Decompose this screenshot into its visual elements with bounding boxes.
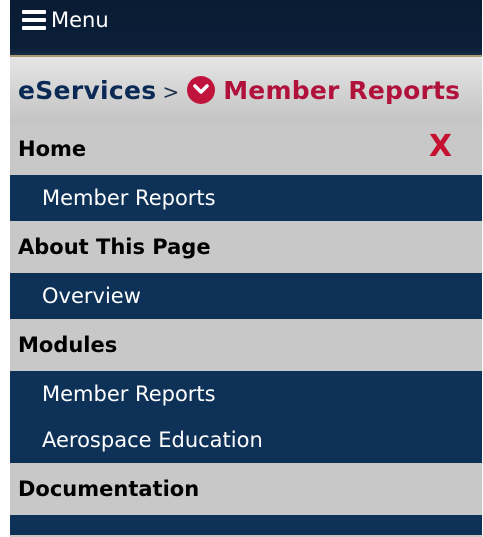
nav-item-member-reports[interactable]: Member Reports <box>10 175 482 221</box>
hamburger-icon <box>22 10 46 30</box>
nav-item-overview[interactable]: Overview <box>10 273 482 319</box>
breadcrumb-current: Member Reports <box>223 75 461 105</box>
nav-group-modules: Member Reports Aerospace Education <box>10 371 482 463</box>
section-title: Home <box>18 137 87 161</box>
app-frame: Menu eServices > Member Reports Home X M… <box>10 0 482 537</box>
section-title: About This Page <box>18 235 211 259</box>
section-title: Documentation <box>18 477 200 501</box>
close-icon[interactable]: X <box>429 123 452 171</box>
menu-label: Menu <box>51 8 109 32</box>
chevron-down-circle-icon[interactable] <box>187 76 216 104</box>
section-title: Modules <box>18 333 118 357</box>
navigation-menu: Home X Member Reports About This Page Ov… <box>10 123 482 535</box>
section-header-home: Home X <box>10 123 482 175</box>
top-menu-bar: Menu <box>10 0 482 57</box>
section-header-documentation: Documentation <box>10 463 482 515</box>
breadcrumb-root[interactable]: eServices <box>18 76 156 105</box>
breadcrumb: eServices > Member Reports <box>10 57 482 123</box>
section-header-about: About This Page <box>10 221 482 273</box>
breadcrumb-separator: > <box>162 80 180 104</box>
section-header-modules: Modules <box>10 319 482 371</box>
nav-group-about: Overview <box>10 273 482 319</box>
nav-group-documentation <box>10 515 482 535</box>
menu-toggle-button[interactable]: Menu <box>22 4 109 36</box>
nav-group-home: Member Reports <box>10 175 482 221</box>
nav-item-member-reports-module[interactable]: Member Reports <box>10 371 482 417</box>
nav-item-aerospace-education[interactable]: Aerospace Education <box>10 417 482 463</box>
